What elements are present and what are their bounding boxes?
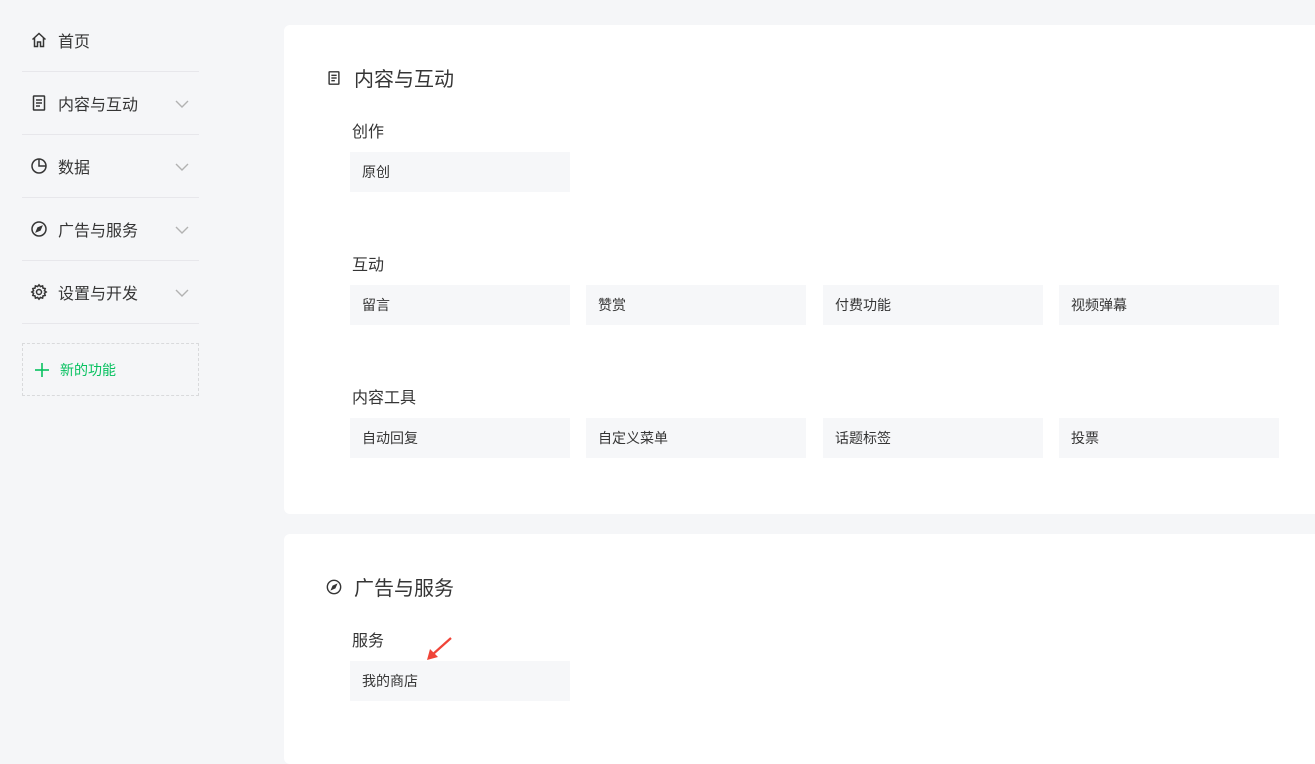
tile-my-store[interactable]: 我的商店 — [350, 661, 570, 701]
sidebar-item-label: 广告与服务 — [58, 221, 139, 240]
tile-comments[interactable]: 留言 — [350, 285, 570, 325]
new-feature-label: 新的功能 — [60, 362, 116, 379]
section-label-content-tools: 内容工具 — [352, 388, 417, 407]
tile-custom-menu[interactable]: 自定义菜单 — [586, 418, 806, 458]
sidebar-item-home[interactable]: 首页 — [22, 8, 199, 72]
chevron-down-icon — [175, 159, 189, 173]
plus-icon — [34, 362, 50, 378]
chevron-down-icon — [175, 96, 189, 110]
section-label-interaction: 互动 — [352, 255, 385, 274]
tile-topic-tags[interactable]: 话题标签 — [823, 418, 1043, 458]
sidebar-item-data[interactable]: 数据 — [22, 135, 199, 198]
compass-icon — [30, 220, 48, 238]
content-interaction-card: 内容与互动 创作 原创 互动 留言 赞赏 付费功能 视频弹幕 内容工具 自动回复… — [284, 25, 1315, 514]
section-label-creation: 创作 — [352, 122, 385, 141]
new-feature-button[interactable]: 新的功能 — [22, 343, 199, 396]
gear-icon — [30, 283, 48, 301]
sidebar-item-settings-dev[interactable]: 设置与开发 — [22, 261, 199, 324]
ads-services-card: 广告与服务 服务 我的商店 — [284, 534, 1315, 764]
tile-original[interactable]: 原创 — [350, 152, 570, 192]
tile-video-danmaku[interactable]: 视频弹幕 — [1059, 285, 1279, 325]
tile-appreciation[interactable]: 赞赏 — [586, 285, 806, 325]
document-icon — [326, 70, 342, 86]
document-icon — [30, 94, 48, 112]
sidebar-item-label: 设置与开发 — [58, 284, 139, 303]
tile-auto-reply[interactable]: 自动回复 — [350, 418, 570, 458]
chevron-down-icon — [175, 222, 189, 236]
sidebar-item-ads-services[interactable]: 广告与服务 — [22, 198, 199, 261]
home-icon — [30, 31, 48, 49]
pie-chart-icon — [30, 157, 48, 175]
card-title-text: 广告与服务 — [354, 576, 454, 600]
sidebar-item-label: 数据 — [58, 158, 91, 177]
sidebar-item-content-interaction[interactable]: 内容与互动 — [22, 72, 199, 135]
card-title-text: 内容与互动 — [354, 67, 454, 91]
card-title: 内容与互动 — [326, 63, 454, 92]
sidebar-item-label: 首页 — [58, 31, 91, 51]
tile-paid-feature[interactable]: 付费功能 — [823, 285, 1043, 325]
card-title: 广告与服务 — [326, 572, 454, 601]
chevron-down-icon — [175, 285, 189, 299]
sidebar-item-label: 内容与互动 — [58, 95, 139, 114]
compass-icon — [326, 579, 342, 595]
section-label-services: 服务 — [352, 631, 385, 650]
tile-vote[interactable]: 投票 — [1059, 418, 1279, 458]
sidebar: 首页 内容与互动 数据 广告与服务 设置与开发 新的功能 — [22, 8, 199, 396]
